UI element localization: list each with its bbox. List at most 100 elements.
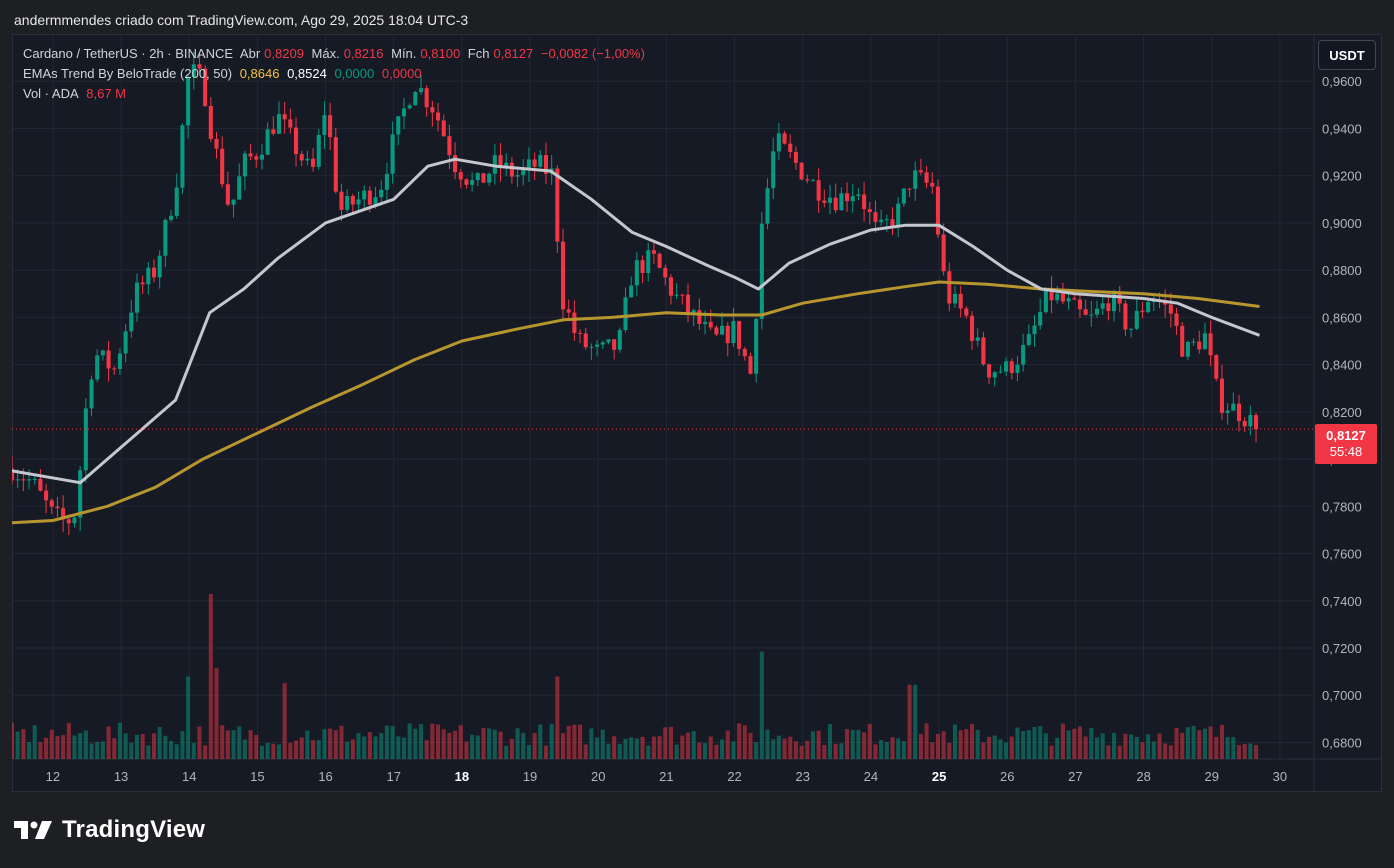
volume-bar [1174, 728, 1179, 759]
candle-body [1106, 303, 1111, 312]
candle-body [731, 321, 736, 344]
volume-bar [1055, 737, 1060, 759]
volume-bar [328, 728, 333, 759]
candle-body [362, 190, 367, 200]
volume-bar [100, 741, 105, 759]
candle-body [1134, 310, 1139, 329]
candle-body [1072, 298, 1077, 300]
volume-bar [816, 730, 821, 759]
candle-body [1077, 299, 1082, 310]
volume-bar [282, 683, 287, 759]
candle-body [1225, 410, 1230, 413]
candle-body [793, 151, 798, 163]
ema-200-line [12, 280, 1260, 525]
volume-bar [1117, 745, 1122, 759]
candle-body [78, 470, 83, 518]
volume-bar [163, 735, 168, 759]
volume-bar [1254, 745, 1259, 759]
price-axis: 0,68000,70000,72000,74000,76000,78000,80… [1322, 74, 1362, 750]
volume-bar [458, 725, 463, 759]
volume-bar [1106, 745, 1111, 759]
candle-body [316, 134, 321, 167]
volume-bar [208, 594, 213, 759]
volume-bar [731, 741, 736, 759]
last-price-tag: 0,8127 55:48 [1315, 424, 1377, 464]
volume-bar [867, 724, 872, 759]
currency-button[interactable]: USDT [1318, 40, 1376, 70]
candle-body [606, 339, 611, 343]
volume-bar [1094, 737, 1100, 759]
volume-bar [521, 732, 526, 759]
volume-bar [850, 730, 855, 759]
candle-body [532, 159, 537, 167]
price-tick-label: 0,7800 [1322, 499, 1362, 514]
candle-body [998, 371, 1003, 373]
candle-body [765, 188, 770, 224]
price-tick-label: 0,9200 [1322, 169, 1362, 184]
candle-body [509, 162, 514, 177]
candle-body [578, 332, 583, 334]
time-tick-label: 29 [1205, 769, 1219, 784]
price-tick-label: 0,8400 [1322, 358, 1362, 373]
candle-body [339, 191, 344, 210]
legend-low-value: 0,8100 [420, 46, 461, 61]
candle-body [237, 176, 242, 200]
legend-volume-label[interactable]: Vol · ADA [23, 86, 79, 101]
candle-body [776, 133, 781, 152]
time-tick-label: 18 [455, 769, 469, 784]
volume-bar [691, 731, 696, 759]
candle-body [1242, 420, 1247, 427]
candle-body [345, 195, 350, 210]
volume-bar [918, 734, 923, 759]
candle-body [1083, 309, 1088, 315]
volume-bar [595, 737, 600, 759]
time-tick-label: 12 [46, 769, 60, 784]
volume-bar [134, 734, 140, 759]
candle-body [992, 372, 997, 378]
candle-body [151, 267, 157, 278]
volume-bar [112, 738, 117, 759]
legend-ema: EMAs Trend By BeloTrade (200, 50) 0,8646… [23, 64, 426, 84]
candle-body [186, 77, 191, 126]
candle-body [629, 285, 634, 298]
volume-bar [66, 723, 71, 759]
volume-bar [839, 743, 844, 759]
volume-bar [600, 729, 605, 759]
volume-bar [1146, 734, 1151, 759]
volume-bar [1043, 733, 1048, 759]
candle-body [771, 151, 776, 189]
volume-bar [549, 723, 554, 759]
legend-close-label: Fch [467, 46, 490, 61]
legend-ema-name[interactable]: EMAs Trend By BeloTrade (200, 50) [23, 66, 232, 81]
candle-body [924, 172, 929, 183]
volume-bar [680, 735, 685, 759]
legend-symbol[interactable]: Cardano / TetherUS · 2h · BINANCE [23, 46, 233, 61]
candle-body [305, 158, 310, 161]
volume-bar [83, 730, 88, 759]
volume-bar [634, 738, 639, 759]
volume-bar [754, 742, 759, 759]
volume-bar [845, 729, 850, 759]
legend-ema-value-3: 0,0000 [334, 66, 375, 81]
candle-body [254, 156, 259, 160]
candle-body [566, 309, 571, 313]
volume-bar [702, 743, 708, 759]
price-tick-label: 0,8200 [1322, 405, 1362, 420]
candle-body [424, 88, 429, 108]
volume-bar [1214, 736, 1219, 759]
volume-bar [1134, 736, 1139, 759]
volume-bar [12, 722, 15, 759]
volume-bar [44, 737, 49, 759]
price-chart[interactable]: 0,68000,70000,72000,74000,76000,78000,80… [12, 34, 1382, 792]
volume-bar [333, 730, 338, 759]
candle-body [418, 88, 424, 93]
candle-body [333, 137, 338, 192]
tradingview-brand[interactable]: TradingView [14, 814, 205, 846]
volume-bar [1168, 745, 1173, 759]
candle-body [913, 170, 918, 189]
volume-bar [1123, 733, 1128, 759]
candle-body [816, 180, 821, 201]
volume-bar [1060, 723, 1065, 759]
volume-bar [1083, 736, 1088, 759]
candle-body [969, 315, 975, 341]
